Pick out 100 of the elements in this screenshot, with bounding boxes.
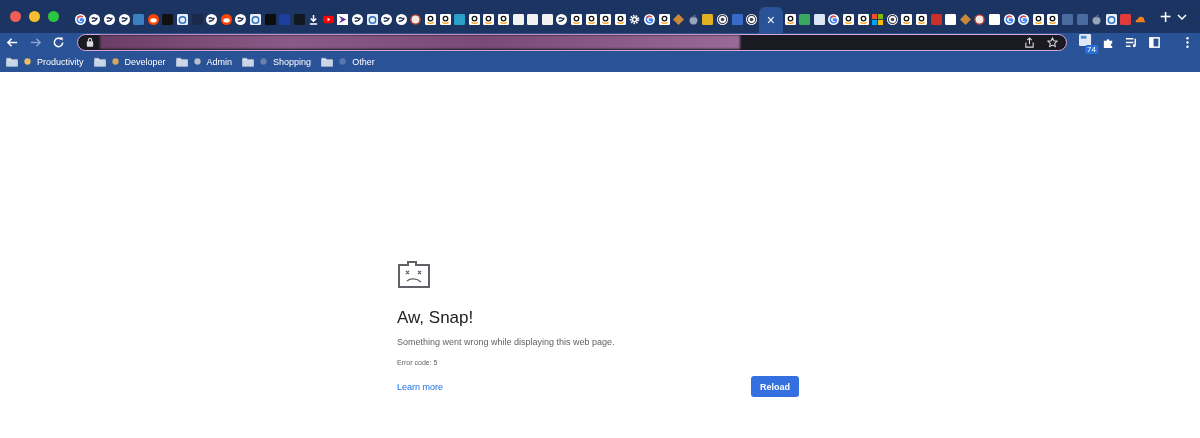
square-icon [541,14,553,25]
smile-icon [585,14,597,25]
square-icon [279,14,291,25]
swirl-icon [206,14,218,25]
chrome-icon [886,14,898,25]
new-tab-button[interactable]: + [1159,6,1172,27]
favicon-icon [259,57,269,66]
square-icon [1062,14,1073,25]
favicon-icon [192,57,202,66]
smile-icon [1032,14,1044,25]
favicon-icon [110,57,120,66]
smile-icon [784,14,796,25]
bookmark-star-icon[interactable] [1047,36,1058,48]
smile-icon [901,14,913,25]
swirl-icon [556,14,568,25]
apple-icon [687,14,699,25]
google-icon [1018,14,1030,25]
circle-icon [410,14,422,25]
swirl-icon [381,14,393,25]
smile-icon [658,14,670,25]
learn-more-link[interactable]: Learn more [397,381,444,392]
square-icon [512,14,524,25]
share-icon[interactable] [1024,36,1035,48]
alien-icon [147,14,159,25]
square-icon [454,14,466,25]
ring-icon [1105,14,1117,25]
smile-icon [439,14,451,25]
reload-button[interactable]: Reload [751,376,799,397]
square-icon [527,14,539,25]
square-icon [799,14,811,25]
maximize-window-button[interactable] [48,11,59,22]
google-icon [1003,14,1015,25]
square-icon [293,14,305,25]
arrow-icon [337,14,349,25]
folder-icon [321,56,334,67]
smile-icon [916,14,928,25]
apple-icon [1091,14,1103,25]
square-icon [813,14,825,25]
google-icon [643,14,655,25]
circle-icon [974,14,986,25]
swirl-icon [89,14,101,25]
extension-badge: 74 [1085,45,1098,54]
reading-list-icon[interactable] [1125,35,1138,49]
bookmark-folder[interactable]: Other [321,56,375,67]
smile-icon [843,14,855,25]
error-title: Aw, Snap! [397,308,475,328]
windows-icon [872,14,884,25]
smile-icon [483,14,495,25]
error-message: Something went wrong while displaying this web page. [397,337,616,347]
side-panel-icon[interactable] [1148,35,1161,49]
sad-folder-icon [397,261,431,289]
reload-icon[interactable] [52,35,65,49]
square-icon [1076,14,1088,25]
square-icon [731,14,743,25]
cloud-icon [1134,14,1146,25]
ring-icon [366,14,378,25]
folder-icon [242,56,255,67]
google-icon [74,14,86,25]
bookmark-folder[interactable]: Shopping [242,56,312,67]
swirl-icon [104,14,115,25]
smile-icon [614,14,626,25]
bookmark-folder[interactable]: Developer [93,56,166,67]
favicon-icon [338,57,348,66]
diamond-icon [959,14,971,25]
extension-icon[interactable] [1079,34,1092,47]
address-bar[interactable] [77,33,1067,51]
bookmark-folder[interactable]: Productivity [6,56,84,67]
smile-icon [857,14,869,25]
close-window-button[interactable] [10,11,21,22]
folder-icon [6,56,18,67]
download-icon [308,14,320,25]
play-icon [322,14,334,25]
smile-icon [600,14,612,25]
swirl-icon [235,14,247,25]
square-icon [162,14,174,25]
folder-icon [93,56,106,67]
google-icon [828,14,840,25]
bookmark-folder[interactable]: Admin [175,56,233,67]
chrome-icon [746,14,758,25]
smile-icon [1047,14,1059,25]
smile-icon [498,14,509,25]
gear-icon [629,14,641,25]
lock-icon [86,37,94,47]
smile-icon [425,14,437,25]
square-icon [945,14,957,25]
alien-icon [220,14,232,25]
folder-icon [175,56,188,67]
favicon-icon [23,57,32,66]
smile-icon [571,14,582,25]
square-icon [1120,14,1132,25]
tab[interactable]: × [758,6,783,33]
smile-icon [468,14,480,25]
square-icon [264,14,276,25]
chrome-icon [716,14,728,25]
minimize-window-button[interactable] [29,11,40,22]
square-icon [702,14,714,25]
ring-icon [176,14,188,25]
swirl-icon [395,14,407,25]
diamond-icon [673,14,685,25]
square-icon [989,14,1000,25]
